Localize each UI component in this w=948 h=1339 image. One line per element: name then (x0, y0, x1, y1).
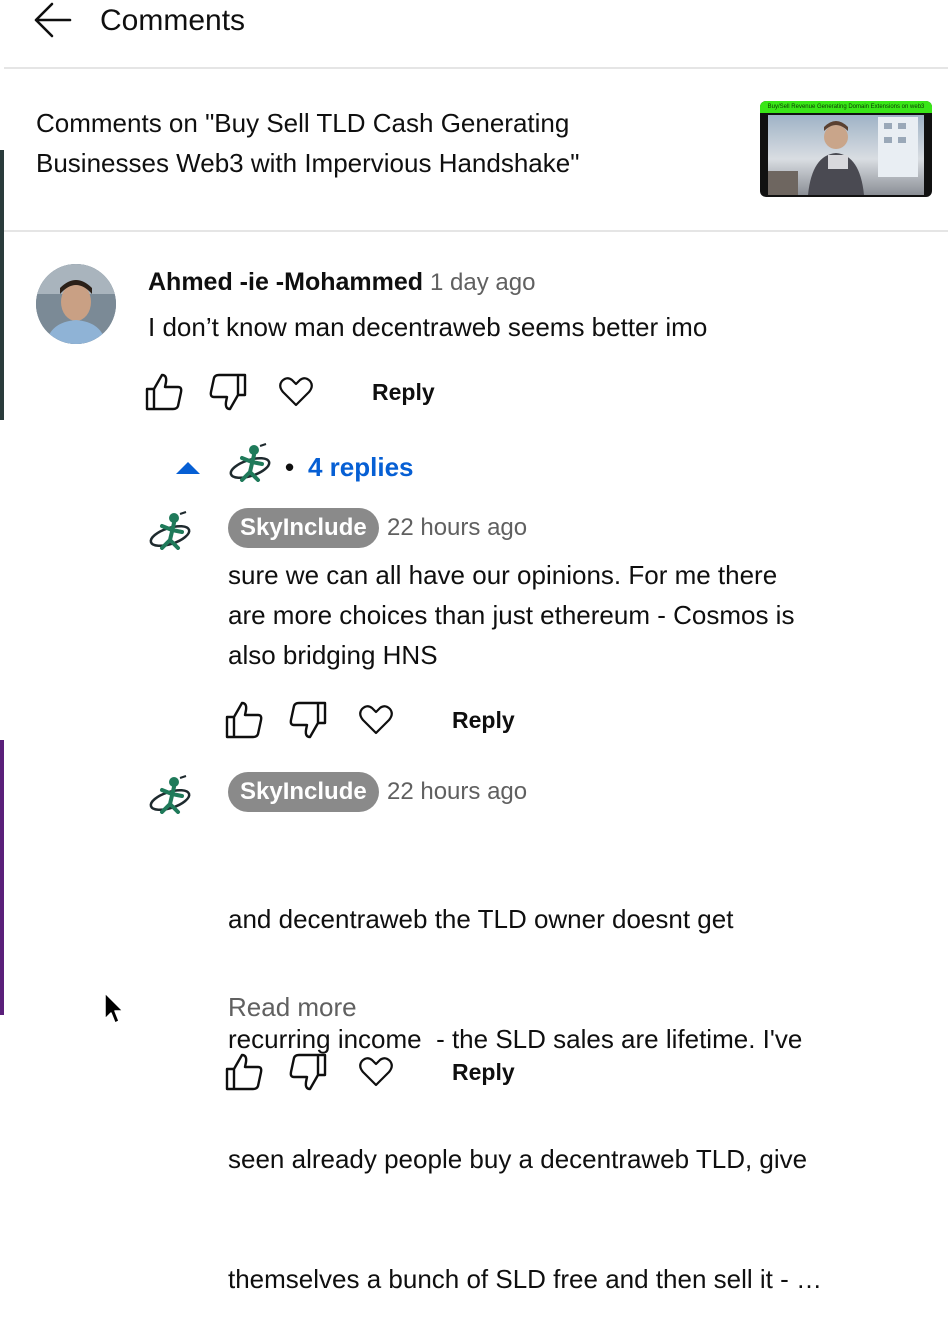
replies-toggle-link[interactable]: 4 replies (308, 447, 414, 487)
reply-text-line: seen already people buy a decentraweb TL… (228, 1144, 808, 1174)
reply-text-line: and decentraweb the TLD owner doesnt get (228, 904, 734, 934)
video-thumbnail[interactable]: Buy/Sell Revenue Generating Domain Exten… (760, 101, 932, 197)
heart-icon[interactable] (356, 1052, 396, 1092)
section-divider (4, 230, 948, 232)
thumb-down-icon[interactable] (208, 372, 248, 412)
heart-icon[interactable] (356, 700, 396, 740)
video-title-line: Businesses Web3 with Impervious Handshak… (36, 148, 580, 178)
arrow-left-icon[interactable] (34, 2, 72, 38)
reply-text: sure we can all have our opinions. For m… (228, 555, 868, 675)
comment-text: I don’t know man decentraweb seems bette… (148, 312, 708, 342)
page-title: Comments (100, 4, 246, 37)
left-edge-strip (0, 0, 4, 1076)
thumb-up-icon[interactable] (144, 372, 184, 412)
reply-author-badge[interactable]: SkyInclude (228, 508, 379, 548)
skyinclude-logo-icon (228, 442, 272, 482)
video-title: Comments on "Buy Sell TLD Cash Generatin… (36, 103, 676, 183)
thumbnail-banner: Buy/Sell Revenue Generating Domain Exten… (760, 101, 932, 113)
caret-up-icon[interactable] (174, 458, 202, 478)
replies-separator: • (285, 452, 295, 482)
heart-icon[interactable] (276, 372, 316, 412)
reply-text-line: are more choices than just ethereum - Co… (228, 600, 795, 630)
reply-button[interactable]: Reply (452, 1052, 515, 1085)
reply-text-line: also bridging HNS (228, 640, 438, 670)
comment-author[interactable]: Ahmed -ie -Mohammed (148, 266, 423, 298)
thumb-up-icon[interactable] (224, 1052, 264, 1092)
avatar[interactable] (36, 264, 116, 344)
avatar[interactable] (148, 510, 192, 550)
header-divider (4, 67, 948, 69)
comment-timestamp[interactable]: 1 day ago (430, 267, 535, 299)
video-title-line: Comments on "Buy Sell TLD Cash Generatin… (36, 108, 570, 138)
left-edge-segment (0, 150, 4, 420)
reply-text-line: themselves a bunch of SLD free and then … (228, 1264, 822, 1294)
reply-button[interactable]: Reply (372, 372, 435, 412)
mouse-cursor-icon (104, 992, 126, 1026)
thumb-up-icon[interactable] (224, 700, 264, 740)
thumbnail-scene (768, 115, 924, 195)
read-more-link[interactable]: Read more (228, 987, 357, 1027)
reply-text-line: sure we can all have our opinions. For m… (228, 560, 778, 590)
reply-button[interactable]: Reply (452, 700, 515, 740)
avatar[interactable] (148, 774, 192, 814)
reply-author-badge[interactable]: SkyInclude (228, 772, 379, 812)
thumb-down-icon[interactable] (288, 1052, 328, 1092)
reply-timestamp[interactable]: 22 hours ago (387, 512, 527, 544)
left-edge-segment (0, 740, 4, 1015)
thumb-down-icon[interactable] (288, 700, 328, 740)
reply-timestamp[interactable]: 22 hours ago (387, 776, 527, 808)
